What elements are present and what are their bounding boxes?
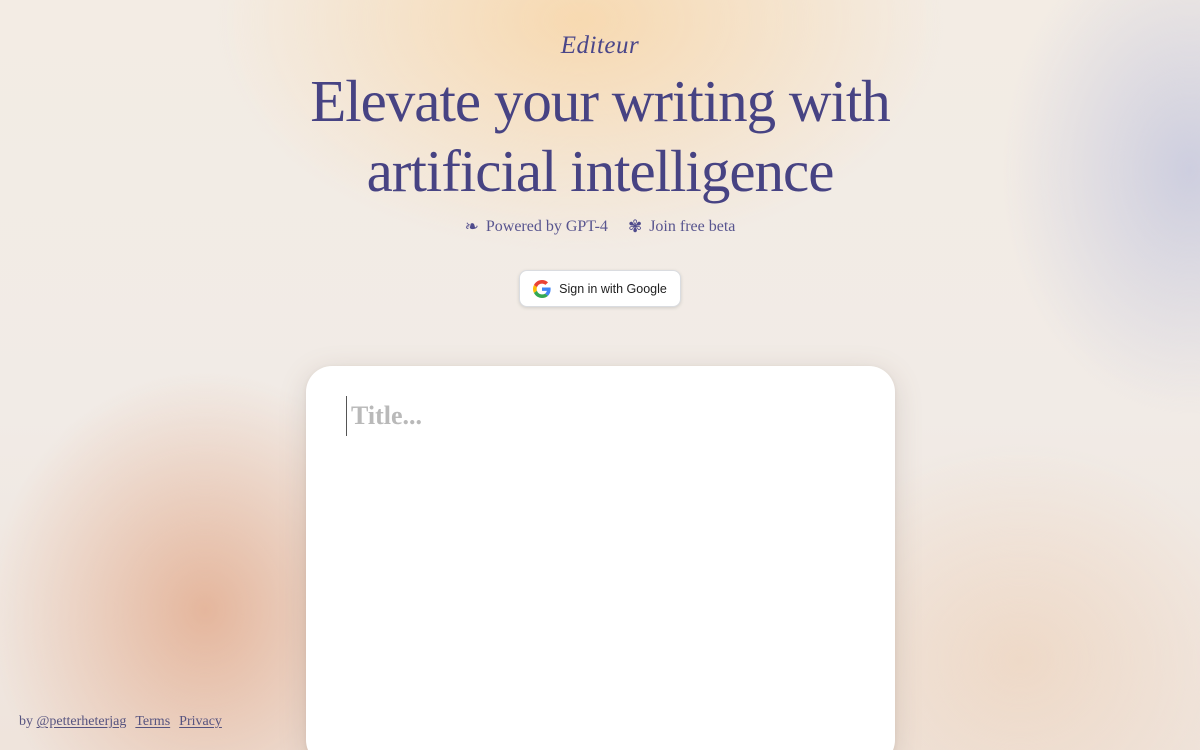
title-input[interactable] (346, 396, 851, 436)
brand-logo: Editeur (560, 32, 640, 59)
privacy-link[interactable]: Privacy (179, 714, 222, 730)
headline-line-1: Elevate your writing with (310, 68, 891, 134)
google-sign-in-button[interactable]: Sign in with Google (519, 270, 681, 307)
page-title: Elevate your writing with artificial int… (0, 66, 1200, 206)
feature-powered-by: ❧ Powered by GPT-4 (465, 217, 608, 237)
feature-label: Powered by GPT-4 (485, 218, 608, 235)
footer-by-prefix: by @petterheterjag (19, 714, 126, 730)
google-icon (533, 279, 551, 298)
google-sign-in-label: Sign in with Google (559, 281, 667, 296)
feature-join-beta: ✾ Join free beta (628, 217, 735, 237)
by-text: by (19, 714, 33, 729)
terms-link[interactable]: Terms (135, 714, 170, 730)
feature-list: ❧ Powered by GPT-4 ✾ Join free beta (0, 217, 1200, 237)
editor-card (306, 366, 895, 750)
flower-ornament-icon: ✾ (627, 217, 643, 236)
footer: by @petterheterjag Terms Privacy (19, 714, 222, 730)
leaf-ornament-icon: ❧ (464, 217, 479, 236)
headline-line-2: artificial intelligence (366, 138, 835, 204)
feature-label: Join free beta (649, 218, 736, 235)
author-link[interactable]: @petterheterjag (37, 714, 127, 729)
